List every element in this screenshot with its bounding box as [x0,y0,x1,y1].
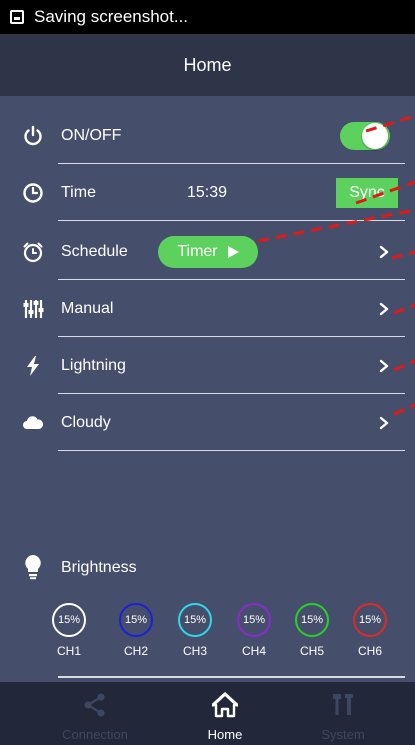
share-icon [84,693,105,717]
divider [58,219,405,221]
channel-name: CH6 [357,644,382,658]
divider [58,676,405,678]
channel-ring: 15% [178,603,212,637]
nav-system-label: System [321,727,365,742]
row-time: Time 15:39 Sync [0,165,415,221]
cloud-icon [23,416,44,429]
chevron-right-icon [379,416,389,430]
channel-ch3[interactable]: 15% CH3 [170,603,220,658]
channel-ring: 15% [295,603,329,637]
time-label: Time [61,184,96,201]
row-lightning[interactable]: Lightning [0,338,415,394]
timer-button[interactable]: Timer [158,236,258,268]
sliders-icon [23,300,44,318]
clock-icon [23,183,43,203]
row-manual[interactable]: Manual [0,281,415,337]
schedule-label: Schedule [61,243,128,260]
channel-ch5[interactable]: 15% CH5 [287,603,337,658]
channel-ring: 15% [52,603,86,637]
divider [58,278,405,280]
chevron-right-icon [379,302,389,316]
status-text: Saving screenshot... [34,7,189,26]
power-icon [24,125,42,146]
channel-ch2[interactable]: 15% CH2 [111,603,161,658]
home-icon [211,692,239,718]
channel-name: CH3 [182,644,207,658]
channel-ch4[interactable]: 15% CH4 [229,603,279,658]
sync-button[interactable]: Sync [336,178,398,208]
channel-ring: 15% [237,603,271,637]
channel-name: CH1 [56,644,81,658]
onoff-label: ON/OFF [61,127,122,144]
channel-name: CH4 [241,644,266,658]
page-title: Home [0,34,415,96]
play-icon [227,246,239,258]
row-schedule[interactable]: Schedule Timer [0,224,415,280]
channel-ring: 15% [353,603,387,637]
status-bar: Saving screenshot... [0,0,415,34]
brightness-label: Brightness [61,559,137,576]
channel-ring: 15% [119,603,153,637]
toggle-knob [362,123,388,149]
bottom-nav: Connection Home System [0,682,415,745]
lightning-icon [27,356,39,376]
tools-icon [333,694,353,715]
manual-label: Manual [61,300,114,317]
channel-ch1[interactable]: 15% CH1 [44,603,94,658]
lightbulb-icon [25,555,41,580]
chevron-right-icon [379,245,389,259]
cloudy-label: Cloudy [61,414,111,431]
nav-connection[interactable]: Connection [26,682,164,745]
channel-name: CH2 [123,644,148,658]
alarm-clock-icon [23,242,43,263]
time-value: 15:39 [187,184,228,201]
onoff-toggle[interactable] [340,122,390,150]
brightness-section: Brightness [0,548,415,588]
nav-system[interactable]: System [274,682,412,745]
channel-ch6[interactable]: 15% CH6 [345,603,395,658]
divider [58,449,405,451]
channel-list: 15% CH1 15% CH2 15% CH3 15% CH4 15% CH5 … [0,603,415,673]
row-onoff: ON/OFF [0,108,415,164]
row-cloudy[interactable]: Cloudy [0,395,415,451]
divider [58,335,405,337]
chevron-right-icon [379,359,389,373]
divider [58,392,405,394]
nav-connection-label: Connection [62,727,128,742]
screenshot-icon [10,10,24,24]
channel-name: CH5 [299,644,324,658]
divider [58,162,405,164]
lightning-label: Lightning [61,357,126,374]
timer-label: Timer [177,243,218,260]
